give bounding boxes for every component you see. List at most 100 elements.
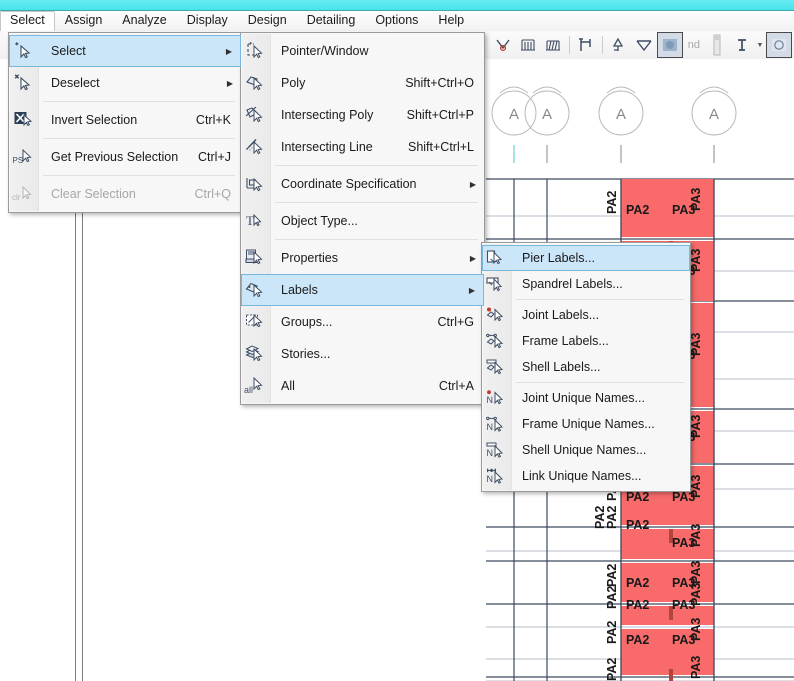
svg-text:PA2: PA2 <box>605 191 619 214</box>
nd-label: nd <box>687 39 700 51</box>
svg-text:PA2: PA2 <box>626 633 649 647</box>
menu-labels-submenu[interactable]: Pier Labels... Spandrel Labels... Joint … <box>481 242 691 492</box>
svg-text:PA3: PA3 <box>689 415 703 438</box>
menu-item-poly[interactable]: Poly Shift+Ctrl+O <box>241 67 484 99</box>
pointer-window-icon <box>241 36 269 66</box>
menu-item-intersecting-poly[interactable]: Intersecting Poly Shift+Ctrl+P <box>241 99 484 131</box>
support-frame-icon[interactable] <box>574 33 598 57</box>
intersecting-line-icon <box>241 132 269 162</box>
menu-item-label: Coordinate Specification <box>281 177 417 191</box>
menu-item-pier-labels[interactable]: Pier Labels... <box>482 245 690 271</box>
menu-item-label: Stories... <box>281 347 331 361</box>
svg-text:PA2: PA2 <box>605 586 619 609</box>
menu-item-label: Link Unique Names... <box>522 469 642 483</box>
menu-item-label: Joint Unique Names... <box>522 391 645 405</box>
cable-icon[interactable] <box>632 33 656 57</box>
svg-text:PA2: PA2 <box>626 490 649 504</box>
menu-item-label: Shell Labels... <box>522 360 601 374</box>
menu-item-shell-unique-names[interactable]: N Shell Unique Names... <box>482 437 690 463</box>
coordinate-specification-icon <box>241 169 269 199</box>
release-moment-icon[interactable] <box>491 33 515 57</box>
svg-text:PA3: PA3 <box>689 618 703 641</box>
groups-icon <box>241 307 269 337</box>
frame-load-icon[interactable] <box>541 33 565 57</box>
menu-item-clear-selection[interactable]: clr Clear Selection Ctrl+Q <box>9 178 241 210</box>
menubar-item-design[interactable]: Design <box>238 11 297 31</box>
menu-item-accelerator: Shift+Ctrl+O <box>405 76 474 90</box>
toolbar-separator <box>568 36 570 54</box>
point-load-icon[interactable] <box>607 33 631 57</box>
poly-select-icon <box>241 68 269 98</box>
svg-text:A: A <box>509 106 519 123</box>
menubar-item-assign[interactable]: Assign <box>55 11 113 31</box>
menu-item-label: Get Previous Selection <box>51 150 179 164</box>
menu-item-shell-labels[interactable]: Shell Labels... <box>482 354 690 380</box>
menu-item-labels[interactable]: Labels ▶ <box>241 274 484 306</box>
svg-text:PA2: PA2 <box>626 203 649 217</box>
menu-item-joint-unique-names[interactable]: N Joint Unique Names... <box>482 385 690 411</box>
menu-separator <box>43 101 235 102</box>
menu-item-coordinate-specification[interactable]: Coordinate Specification ▶ <box>241 168 484 200</box>
stories-icon <box>241 339 269 369</box>
menu-item-joint-labels[interactable]: Joint Labels... <box>482 302 690 328</box>
shell-object-icon[interactable] <box>656 32 683 58</box>
svg-text:PA3: PA3 <box>689 524 703 547</box>
shell-labels-icon <box>482 352 510 382</box>
menu-item-label: All <box>281 379 295 393</box>
menu-item-label: Intersecting Line <box>281 140 373 154</box>
menu-item-intersecting-line[interactable]: Intersecting Line Shift+Ctrl+L <box>241 131 484 163</box>
dropdown-caret-icon[interactable]: ▼ <box>755 42 765 49</box>
menu-item-accelerator: Ctrl+G <box>437 315 474 329</box>
menubar-item-options[interactable]: Options <box>365 11 428 31</box>
menubar-item-select[interactable]: Select <box>0 11 55 32</box>
menu-item-frame-labels[interactable]: Frame Labels... <box>482 328 690 354</box>
svg-text:A: A <box>542 106 552 123</box>
menu-item-groups[interactable]: Groups... Ctrl+G <box>241 306 484 338</box>
object-type-icon: T <box>241 206 269 236</box>
menu-separator <box>516 299 684 300</box>
menu-select-dropdown[interactable]: Select ▶ Deselect ▶ Invert Selection Ctr… <box>8 32 242 213</box>
svg-text:PA2: PA2 <box>626 518 649 532</box>
menu-select-submenu[interactable]: Pointer/Window Poly Shift+Ctrl+O Interse… <box>240 32 485 405</box>
render-view-icon[interactable] <box>766 32 792 58</box>
labels-icon <box>241 275 269 305</box>
menu-item-object-type[interactable]: T Object Type... <box>241 205 484 237</box>
menu-item-pointer-window[interactable]: Pointer/Window <box>241 35 484 67</box>
menu-separator <box>516 382 684 383</box>
menu-item-label: Joint Labels... <box>522 308 600 322</box>
svg-text:PA2: PA2 <box>605 506 619 529</box>
menu-item-label: Pointer/Window <box>281 44 369 58</box>
grid-bubbles <box>491 86 737 136</box>
menu-item-label: Deselect <box>51 76 100 90</box>
menubar-item-detailing[interactable]: Detailing <box>297 11 366 31</box>
menu-separator <box>43 138 235 139</box>
menu-item-invert-selection[interactable]: Invert Selection Ctrl+K <box>9 104 241 136</box>
frame-section-icon[interactable] <box>516 33 540 57</box>
menu-item-all[interactable]: all All Ctrl+A <box>241 370 484 402</box>
svg-text:T: T <box>246 213 254 228</box>
menu-item-deselect[interactable]: Deselect ▶ <box>9 67 241 99</box>
svg-text:PA2: PA2 <box>605 564 619 587</box>
menu-separator <box>275 202 478 203</box>
menu-item-properties[interactable]: Properties ▶ <box>241 242 484 274</box>
invert-selection-icon <box>9 105 37 135</box>
window-title-bar <box>0 0 794 11</box>
menu-item-label: Pier Labels... <box>522 251 595 265</box>
svg-text:PA3: PA3 <box>689 249 703 272</box>
menubar-item-analyze[interactable]: Analyze <box>112 11 176 31</box>
menubar-item-help[interactable]: Help <box>428 11 474 31</box>
menu-item-link-unique-names[interactable]: N Link Unique Names... <box>482 463 690 489</box>
extrude-slider-icon[interactable] <box>705 33 729 57</box>
menu-item-select[interactable]: Select ▶ <box>9 35 241 67</box>
menu-item-label: Intersecting Poly <box>281 108 374 122</box>
svg-text:A: A <box>616 106 626 123</box>
menu-item-get-previous-selection[interactable]: PS Get Previous Selection Ctrl+J <box>9 141 241 173</box>
svg-text:PA3: PA3 <box>689 561 703 584</box>
chevron-right-icon: ▶ <box>225 46 232 56</box>
text-label-icon[interactable] <box>730 33 754 57</box>
menu-item-stories[interactable]: Stories... <box>241 338 484 370</box>
link-unique-names-icon: N <box>482 461 510 491</box>
menu-item-frame-unique-names[interactable]: N Frame Unique Names... <box>482 411 690 437</box>
menu-item-spandrel-labels[interactable]: Spandrel Labels... <box>482 271 690 297</box>
menubar-item-display[interactable]: Display <box>177 11 238 31</box>
